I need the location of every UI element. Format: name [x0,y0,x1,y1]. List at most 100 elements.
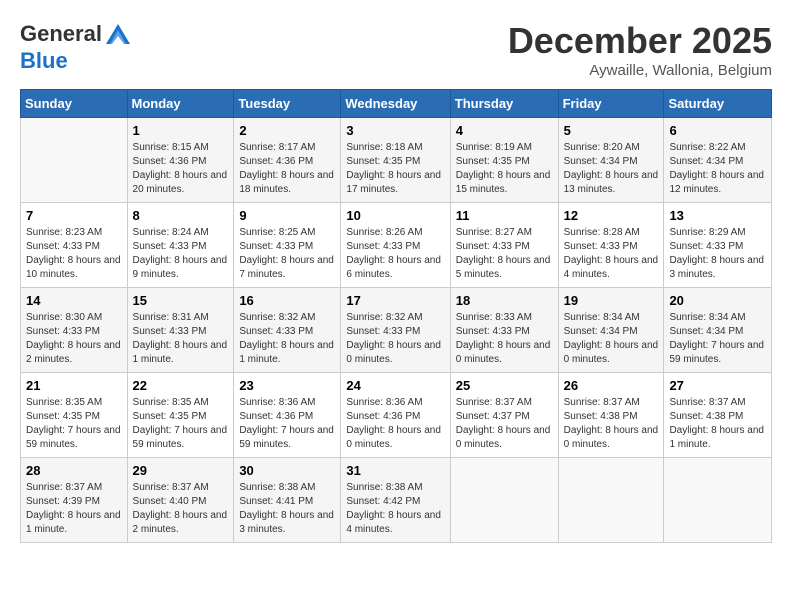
day-info: Sunrise: 8:28 AM Sunset: 4:33 PM Dayligh… [564,226,659,282]
day-number: 8 [133,208,229,223]
page-header: General Blue December 2025 Aywaille, Wal… [20,20,772,79]
logo: General Blue [20,20,132,74]
day-number: 19 [564,293,659,308]
day-number: 7 [26,208,122,223]
calendar-cell: 31 Sunrise: 8:38 AM Sunset: 4:42 PM Dayli… [341,458,450,543]
day-number: 25 [456,378,553,393]
day-info: Sunrise: 8:19 AM Sunset: 4:35 PM Dayligh… [456,141,553,197]
weekday-header-wednesday: Wednesday [341,90,450,118]
day-info: Sunrise: 8:23 AM Sunset: 4:33 PM Dayligh… [26,226,122,282]
logo-blue-text: Blue [20,48,68,74]
calendar-cell: 7 Sunrise: 8:23 AM Sunset: 4:33 PM Daylig… [21,203,128,288]
weekday-header-sunday: Sunday [21,90,128,118]
day-number: 2 [239,123,335,138]
logo-icon [104,20,132,48]
weekday-header-tuesday: Tuesday [234,90,341,118]
day-number: 31 [346,463,444,478]
day-info: Sunrise: 8:35 AM Sunset: 4:35 PM Dayligh… [26,396,122,452]
day-number: 5 [564,123,659,138]
calendar-cell: 17Sunrise: 8:32 AM Sunset: 4:33 PM Dayli… [341,288,450,373]
day-info: Sunrise: 8:17 AM Sunset: 4:36 PM Dayligh… [239,141,335,197]
day-number: 30 [239,463,335,478]
day-number: 14 [26,293,122,308]
day-info: Sunrise: 8:37 AM Sunset: 4:38 PM Dayligh… [669,396,766,452]
calendar-cell: 21 Sunrise: 8:35 AM Sunset: 4:35 PM Dayli… [21,373,128,458]
location: Aywaille, Wallonia, Belgium [508,62,772,79]
day-info: Sunrise: 8:20 AM Sunset: 4:34 PM Dayligh… [564,141,659,197]
day-info: Sunrise: 8:27 AM Sunset: 4:33 PM Dayligh… [456,226,553,282]
day-info: Sunrise: 8:36 AM Sunset: 4:36 PM Dayligh… [346,396,444,452]
calendar-cell: 6 Sunrise: 8:22 AM Sunset: 4:34 PM Daylig… [664,118,772,203]
day-number: 28 [26,463,122,478]
calendar-cell: 18 Sunrise: 8:33 AM Sunset: 4:33 PM Dayli… [450,288,558,373]
day-number: 27 [669,378,766,393]
calendar-cell: 28 Sunrise: 8:37 AM Sunset: 4:39 PM Dayli… [21,458,128,543]
weekday-header-friday: Friday [558,90,664,118]
day-number: 29 [133,463,229,478]
day-info: Sunrise: 8:34 AM Sunset: 4:34 PM Dayligh… [564,311,659,367]
calendar-cell: 11 Sunrise: 8:27 AM Sunset: 4:33 PM Dayli… [450,203,558,288]
calendar-cell: 26Sunrise: 8:37 AM Sunset: 4:38 PM Dayli… [558,373,664,458]
day-number: 9 [239,208,335,223]
calendar-cell: 9 Sunrise: 8:25 AM Sunset: 4:33 PM Daylig… [234,203,341,288]
day-info: Sunrise: 8:30 AM Sunset: 4:33 PM Dayligh… [26,311,122,367]
month-title: December 2025 [508,20,772,62]
day-info: Sunrise: 8:37 AM Sunset: 4:39 PM Dayligh… [26,481,122,537]
day-number: 6 [669,123,766,138]
day-info: Sunrise: 8:36 AM Sunset: 4:36 PM Dayligh… [239,396,335,452]
day-number: 12 [564,208,659,223]
day-number: 22 [133,378,229,393]
day-number: 15 [133,293,229,308]
day-info: Sunrise: 8:35 AM Sunset: 4:35 PM Dayligh… [133,396,229,452]
calendar-week-row: 28 Sunrise: 8:37 AM Sunset: 4:39 PM Dayli… [21,458,772,543]
day-info: Sunrise: 8:37 AM Sunset: 4:37 PM Dayligh… [456,396,553,452]
day-info: Sunrise: 8:32 AM Sunset: 4:33 PM Dayligh… [239,311,335,367]
calendar-cell: 4 Sunrise: 8:19 AM Sunset: 4:35 PM Daylig… [450,118,558,203]
calendar-table: SundayMondayTuesdayWednesdayThursdayFrid… [20,89,772,543]
day-number: 16 [239,293,335,308]
calendar-cell: 16 Sunrise: 8:32 AM Sunset: 4:33 PM Dayli… [234,288,341,373]
day-number: 17 [346,293,444,308]
calendar-cell: 24 Sunrise: 8:36 AM Sunset: 4:36 PM Dayli… [341,373,450,458]
day-number: 11 [456,208,553,223]
day-info: Sunrise: 8:15 AM Sunset: 4:36 PM Dayligh… [133,141,229,197]
day-info: Sunrise: 8:18 AM Sunset: 4:35 PM Dayligh… [346,141,444,197]
calendar-week-row: 14 Sunrise: 8:30 AM Sunset: 4:33 PM Dayli… [21,288,772,373]
calendar-cell: 5 Sunrise: 8:20 AM Sunset: 4:34 PM Daylig… [558,118,664,203]
calendar-week-row: 7 Sunrise: 8:23 AM Sunset: 4:33 PM Daylig… [21,203,772,288]
calendar-cell: 20Sunrise: 8:34 AM Sunset: 4:34 PM Dayli… [664,288,772,373]
calendar-cell: 22 Sunrise: 8:35 AM Sunset: 4:35 PM Dayli… [127,373,234,458]
day-info: Sunrise: 8:22 AM Sunset: 4:34 PM Dayligh… [669,141,766,197]
calendar-cell: 10 Sunrise: 8:26 AM Sunset: 4:33 PM Dayli… [341,203,450,288]
day-info: Sunrise: 8:29 AM Sunset: 4:33 PM Dayligh… [669,226,766,282]
day-number: 20 [669,293,766,308]
day-number: 21 [26,378,122,393]
day-info: Sunrise: 8:25 AM Sunset: 4:33 PM Dayligh… [239,226,335,282]
calendar-cell: 13Sunrise: 8:29 AM Sunset: 4:33 PM Dayli… [664,203,772,288]
calendar-cell: 15 Sunrise: 8:31 AM Sunset: 4:33 PM Dayli… [127,288,234,373]
calendar-cell [664,458,772,543]
calendar-cell: 30Sunrise: 8:38 AM Sunset: 4:41 PM Dayli… [234,458,341,543]
calendar-cell [450,458,558,543]
day-info: Sunrise: 8:31 AM Sunset: 4:33 PM Dayligh… [133,311,229,367]
day-info: Sunrise: 8:26 AM Sunset: 4:33 PM Dayligh… [346,226,444,282]
calendar-cell: 27 Sunrise: 8:37 AM Sunset: 4:38 PM Dayli… [664,373,772,458]
calendar-week-row: 1 Sunrise: 8:15 AM Sunset: 4:36 PM Daylig… [21,118,772,203]
calendar-cell [558,458,664,543]
calendar-cell: 8 Sunrise: 8:24 AM Sunset: 4:33 PM Daylig… [127,203,234,288]
day-number: 1 [133,123,229,138]
calendar-cell: 23 Sunrise: 8:36 AM Sunset: 4:36 PM Dayli… [234,373,341,458]
day-number: 10 [346,208,444,223]
day-number: 3 [346,123,444,138]
weekday-header-thursday: Thursday [450,90,558,118]
day-info: Sunrise: 8:38 AM Sunset: 4:42 PM Dayligh… [346,481,444,537]
day-number: 4 [456,123,553,138]
day-number: 23 [239,378,335,393]
calendar-cell: 2 Sunrise: 8:17 AM Sunset: 4:36 PM Daylig… [234,118,341,203]
day-info: Sunrise: 8:24 AM Sunset: 4:33 PM Dayligh… [133,226,229,282]
day-info: Sunrise: 8:37 AM Sunset: 4:40 PM Dayligh… [133,481,229,537]
calendar-cell: 29 Sunrise: 8:37 AM Sunset: 4:40 PM Dayli… [127,458,234,543]
day-number: 18 [456,293,553,308]
day-info: Sunrise: 8:33 AM Sunset: 4:33 PM Dayligh… [456,311,553,367]
day-number: 24 [346,378,444,393]
